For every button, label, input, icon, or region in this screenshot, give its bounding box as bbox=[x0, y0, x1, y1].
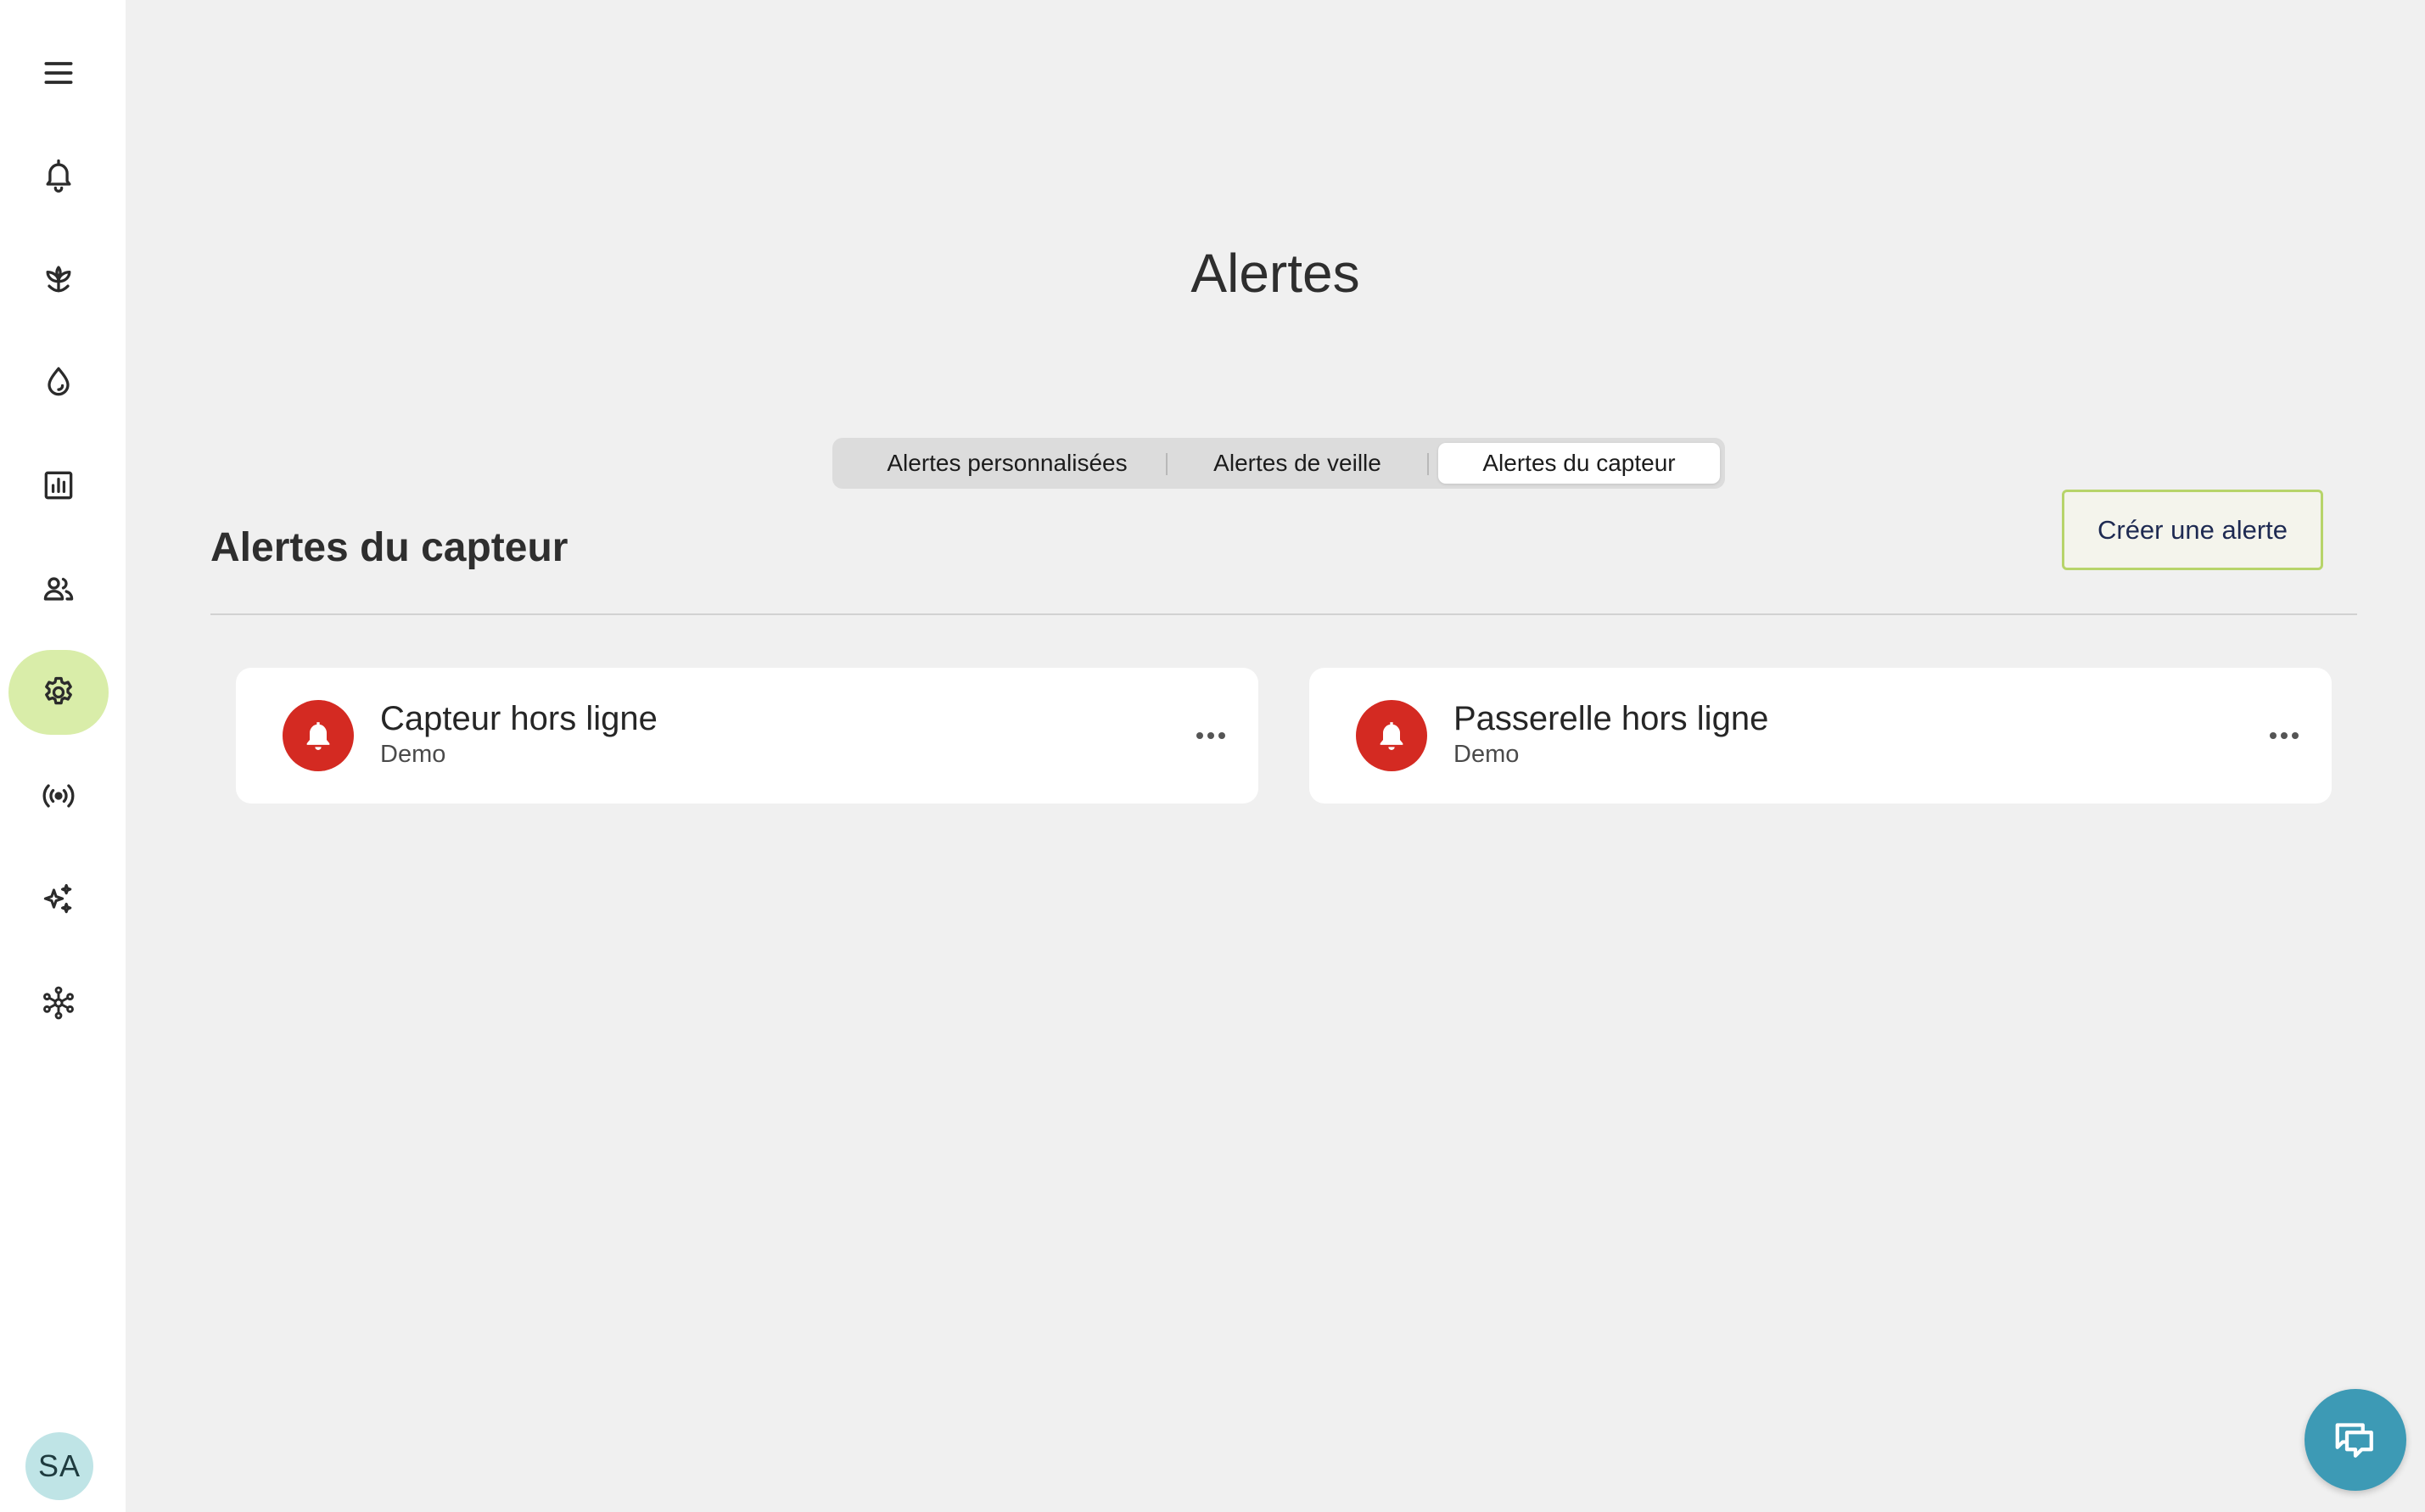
broadcast-icon bbox=[42, 784, 75, 808]
tab-watch-alerts[interactable]: Alertes de veille bbox=[1170, 443, 1425, 484]
sidebar-item-integrations[interactable] bbox=[8, 960, 109, 1045]
water-drop-icon bbox=[48, 367, 70, 396]
tab-sensor-alerts[interactable]: Alertes du capteur bbox=[1438, 443, 1720, 484]
more-options-button[interactable] bbox=[1189, 719, 1233, 753]
chat-button[interactable] bbox=[2305, 1389, 2406, 1491]
network-icon bbox=[43, 986, 74, 1020]
section-title: Alertes du capteur bbox=[210, 525, 568, 570]
more-horizontal-icon bbox=[2270, 732, 2299, 739]
page-title: Alertes bbox=[1190, 243, 1360, 304]
bell-icon bbox=[1380, 722, 1403, 750]
tab-divider bbox=[1427, 453, 1429, 475]
alert-badge bbox=[1356, 700, 1427, 771]
sidebar-item-sensors[interactable] bbox=[8, 753, 109, 838]
menu-icon bbox=[44, 62, 73, 84]
tab-divider bbox=[1166, 453, 1168, 475]
alert-subtitle: Demo bbox=[380, 741, 446, 768]
create-alert-button[interactable]: Créer une alerte bbox=[2062, 490, 2323, 570]
alert-subtitle: Demo bbox=[1453, 741, 1520, 768]
avatar[interactable]: SA bbox=[25, 1432, 93, 1500]
alert-name: Capteur hors ligne bbox=[380, 700, 658, 737]
sidebar-item-ai[interactable] bbox=[8, 857, 109, 942]
sidebar-item-settings[interactable] bbox=[8, 650, 109, 735]
sidebar-item-analytics[interactable] bbox=[8, 443, 109, 528]
alert-badge bbox=[283, 700, 354, 771]
chat-icon bbox=[2335, 1423, 2373, 1458]
tab-custom-alerts[interactable]: Alertes personnalisées bbox=[837, 443, 1177, 484]
bell-icon bbox=[306, 722, 330, 750]
sidebar: SA bbox=[0, 0, 126, 1512]
sidebar-item-water[interactable] bbox=[8, 339, 109, 424]
bell-icon bbox=[46, 159, 71, 193]
tab-bar: Alertes personnalisées Alertes de veille… bbox=[832, 438, 1725, 489]
more-horizontal-icon bbox=[1196, 732, 1225, 739]
bar-chart-icon bbox=[44, 471, 73, 500]
menu-button[interactable] bbox=[8, 31, 109, 115]
sidebar-item-crops[interactable] bbox=[8, 236, 109, 321]
alert-name: Passerelle hors ligne bbox=[1453, 700, 1769, 737]
gear-icon bbox=[45, 676, 72, 705]
users-icon bbox=[43, 577, 74, 601]
more-options-button[interactable] bbox=[2262, 719, 2306, 753]
sprout-icon bbox=[46, 266, 71, 293]
alert-card[interactable]: Passerelle hors ligne Demo bbox=[1309, 668, 2332, 804]
divider bbox=[210, 613, 2357, 615]
sparkles-icon bbox=[43, 883, 72, 914]
sidebar-item-users[interactable] bbox=[8, 546, 109, 631]
alert-card[interactable]: Capteur hors ligne Demo bbox=[236, 668, 1258, 804]
sidebar-item-alerts[interactable] bbox=[8, 132, 109, 217]
